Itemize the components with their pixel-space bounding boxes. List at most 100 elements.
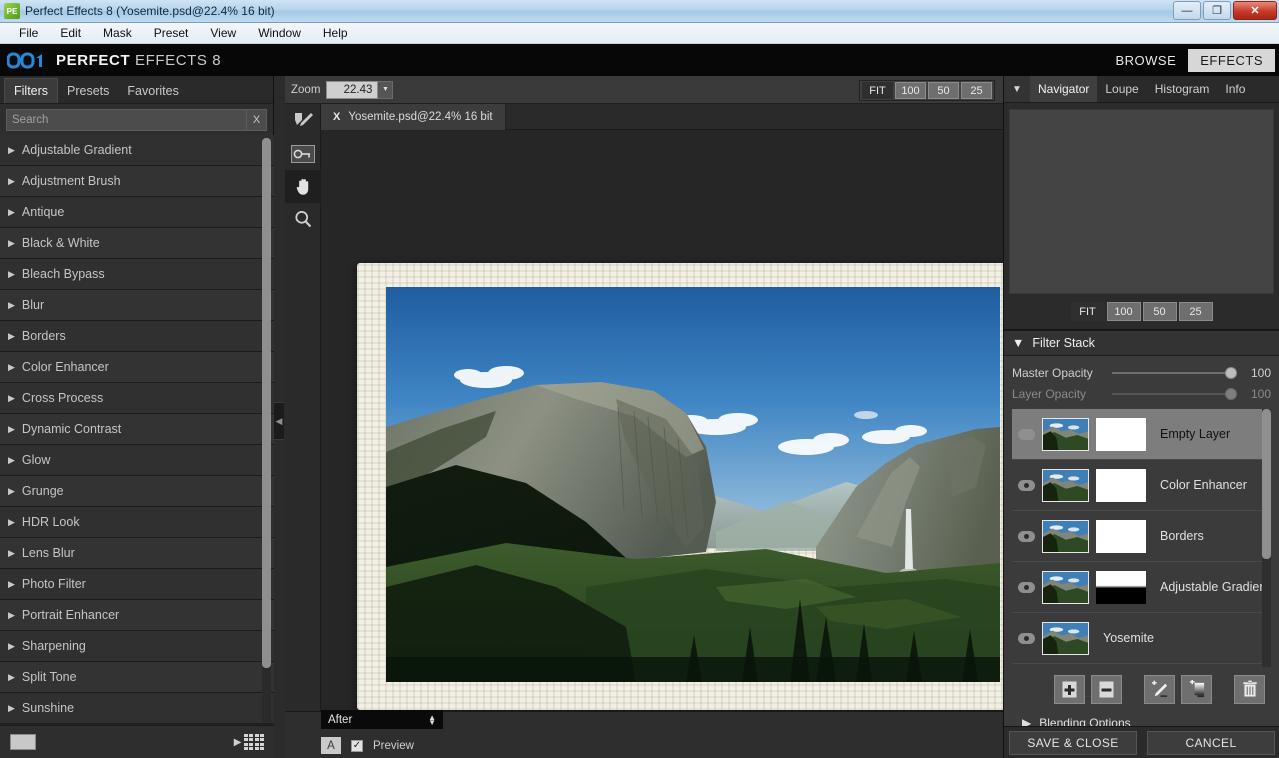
filter-item-sunshine[interactable]: ▶ Sunshine: [0, 693, 274, 724]
visibility-toggle-icon[interactable]: [1018, 531, 1035, 542]
stepper-icon[interactable]: ▲▼: [428, 715, 436, 725]
table-row[interactable]: Yosemite: [1012, 613, 1271, 664]
tab-navigator[interactable]: Navigator: [1030, 76, 1097, 102]
filter-item-grunge[interactable]: ▶ Grunge: [0, 476, 274, 507]
add-brush-mask-button[interactable]: [1144, 675, 1175, 704]
master-opacity-slider[interactable]: [1112, 372, 1231, 374]
chevron-down-icon[interactable]: ▼: [1004, 76, 1030, 102]
visibility-toggle-icon[interactable]: [1018, 429, 1035, 440]
photo-frame[interactable]: [357, 263, 1003, 710]
minimize-button[interactable]: —: [1173, 1, 1201, 20]
color-swatch[interactable]: [10, 734, 36, 750]
mask-bug-tool[interactable]: [285, 137, 321, 170]
menu-edit[interactable]: Edit: [49, 24, 92, 42]
maximize-button[interactable]: ❐: [1203, 1, 1231, 20]
effects-button[interactable]: EFFECTS: [1188, 49, 1275, 72]
slider-knob[interactable]: [1225, 367, 1237, 379]
filter-item-dynamic-contrast[interactable]: ▶ Dynamic Contrast: [0, 414, 274, 445]
zoom-preset-100[interactable]: 100: [895, 82, 926, 99]
preview-checkbox[interactable]: ✓: [351, 740, 363, 752]
nav-zoom-100[interactable]: 100: [1107, 302, 1141, 321]
menu-help[interactable]: Help: [312, 24, 359, 42]
filter-list-scrollbar[interactable]: [262, 138, 271, 722]
filter-item-adjustment-brush[interactable]: ▶ Adjustment Brush: [0, 166, 274, 197]
close-button[interactable]: ✕: [1233, 1, 1277, 20]
tab-info[interactable]: Info: [1217, 76, 1253, 102]
zoom-magnifier-tool[interactable]: [285, 203, 321, 236]
chevron-right-icon: ▶: [8, 331, 15, 342]
filter-label: Bleach Bypass: [22, 267, 105, 281]
tab-histogram[interactable]: Histogram: [1147, 76, 1218, 102]
cancel-button[interactable]: CANCEL: [1147, 731, 1275, 755]
layer-stack-list[interactable]: Empty Layer: [1012, 409, 1271, 667]
delete-layer-button[interactable]: [1091, 675, 1122, 704]
table-row[interactable]: Borders: [1012, 511, 1271, 562]
menu-view[interactable]: View: [199, 24, 247, 42]
tab-loupe[interactable]: Loupe: [1097, 76, 1146, 102]
filter-stack-header[interactable]: ▼ Filter Stack: [1004, 330, 1279, 356]
image-canvas[interactable]: [321, 130, 1003, 758]
filter-item-hdr-look[interactable]: ▶ HDR Look: [0, 507, 274, 538]
slider-knob[interactable]: [1225, 388, 1237, 400]
filter-label: Dynamic Contrast: [22, 422, 121, 436]
add-layer-button[interactable]: [1054, 675, 1085, 704]
zoom-preset-25[interactable]: 25: [961, 82, 992, 99]
grid-view-icon[interactable]: [244, 734, 265, 751]
table-row[interactable]: Color Enhancer: [1012, 460, 1271, 511]
tab-filters[interactable]: Filters: [4, 78, 58, 103]
trash-button[interactable]: [1234, 675, 1265, 704]
chevron-down-icon[interactable]: ▼: [1012, 336, 1024, 350]
filter-item-glow[interactable]: ▶ Glow: [0, 445, 274, 476]
table-row[interactable]: Empty Layer: [1012, 409, 1271, 460]
layer-opacity-slider[interactable]: [1112, 393, 1231, 395]
filter-list-scroll-thumb[interactable]: [262, 138, 271, 668]
nav-zoom-25[interactable]: 25: [1179, 302, 1213, 321]
zoom-preset-fit[interactable]: FIT: [862, 82, 893, 99]
filter-item-bleach-bypass[interactable]: ▶ Bleach Bypass: [0, 259, 274, 290]
visibility-toggle-icon[interactable]: [1018, 582, 1035, 593]
visibility-toggle-icon[interactable]: [1018, 633, 1035, 644]
menu-window[interactable]: Window: [247, 24, 312, 42]
filter-item-black-and-white[interactable]: ▶ Black & White: [0, 228, 274, 259]
menu-preset[interactable]: Preset: [143, 24, 200, 42]
menu-mask[interactable]: Mask: [92, 24, 143, 42]
nav-zoom-fit[interactable]: FIT: [1071, 302, 1105, 321]
filter-item-borders[interactable]: ▶ Borders: [0, 321, 274, 352]
chevron-down-icon[interactable]: ▼: [378, 81, 393, 99]
add-gradient-mask-button[interactable]: [1181, 675, 1212, 704]
left-panel-collapse-handle[interactable]: ◀: [274, 402, 284, 440]
table-row[interactable]: Adjustable Gradient: [1012, 562, 1271, 613]
visibility-toggle-icon[interactable]: [1018, 480, 1035, 491]
view-mode-select[interactable]: After ▲▼: [321, 710, 443, 729]
tab-favorites[interactable]: Favorites: [118, 79, 187, 103]
tab-presets[interactable]: Presets: [58, 79, 118, 103]
layer-stack-scroll-thumb[interactable]: [1262, 409, 1271, 559]
filter-item-color-enhancer[interactable]: ▶ Color Enhancer: [0, 352, 274, 383]
pan-hand-tool[interactable]: [285, 170, 321, 203]
search-clear-icon[interactable]: X: [247, 109, 267, 131]
search-input[interactable]: Search: [6, 109, 247, 131]
filter-item-antique[interactable]: ▶ Antique: [0, 197, 274, 228]
layer-stack-scrollbar[interactable]: [1262, 409, 1271, 667]
masking-brush-tool[interactable]: [285, 104, 321, 137]
compare-a-button[interactable]: A: [321, 737, 341, 754]
save-and-close-button[interactable]: SAVE & CLOSE: [1009, 731, 1137, 755]
filter-item-lens-blur[interactable]: ▶ Lens Blur: [0, 538, 274, 569]
thumbnail-size-control[interactable]: ▶: [234, 734, 264, 751]
filter-item-adjustable-gradient[interactable]: ▶ Adjustable Gradient: [0, 135, 274, 166]
zoom-input[interactable]: 22.43: [326, 81, 378, 99]
filter-item-portrait-enhancer[interactable]: ▶ Portrait Enhancer: [0, 600, 274, 631]
filter-item-cross-process[interactable]: ▶ Cross Process: [0, 383, 274, 414]
navigator-preview[interactable]: [1009, 109, 1274, 294]
document-tab-yosemite[interactable]: X Yosemite.psd@22.4% 16 bit: [321, 104, 506, 130]
menu-file[interactable]: File: [8, 24, 49, 42]
filter-list[interactable]: ▶ Adjustable Gradient ▶ Adjustment Brush…: [0, 135, 274, 725]
filter-item-split-tone[interactable]: ▶ Split Tone: [0, 662, 274, 693]
close-icon[interactable]: X: [333, 111, 340, 123]
filter-item-sharpening[interactable]: ▶ Sharpening: [0, 631, 274, 662]
filter-item-blur[interactable]: ▶ Blur: [0, 290, 274, 321]
nav-zoom-50[interactable]: 50: [1143, 302, 1177, 321]
filter-item-photo-filter[interactable]: ▶ Photo Filter: [0, 569, 274, 600]
browse-button[interactable]: BROWSE: [1103, 49, 1188, 72]
zoom-preset-50[interactable]: 50: [928, 82, 959, 99]
